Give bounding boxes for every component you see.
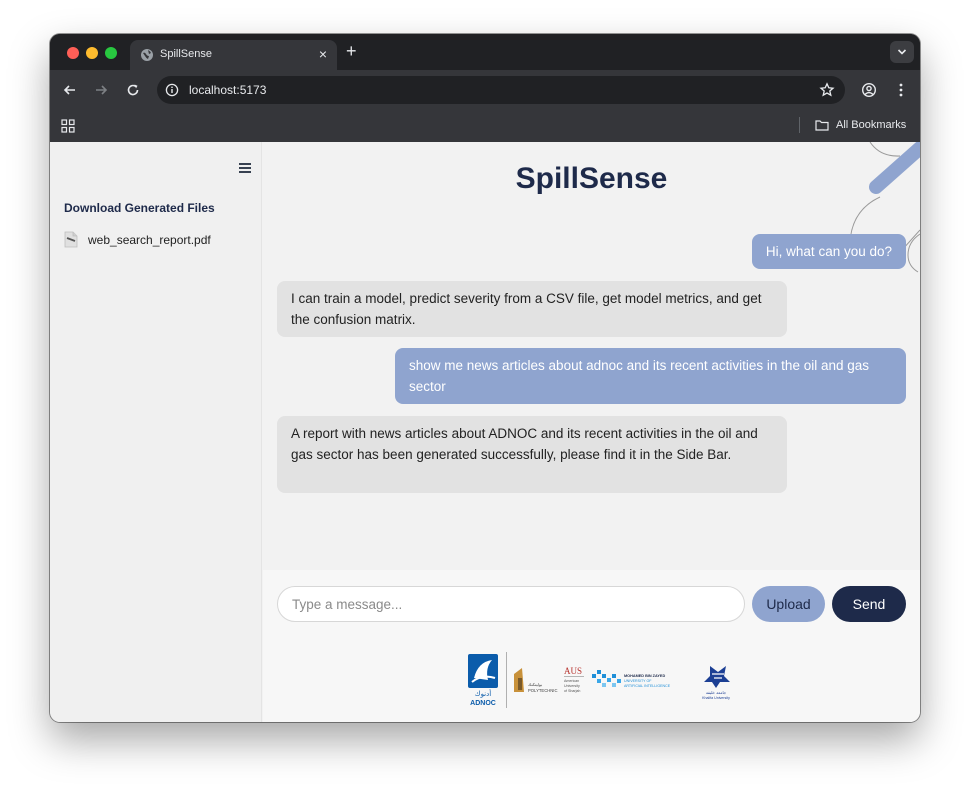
apps-grid-icon[interactable]	[61, 119, 75, 133]
browser-window: SpillSense × + localhost:5173 All Bookma…	[50, 34, 920, 722]
site-info-icon[interactable]	[165, 83, 179, 97]
tab-search-button[interactable]	[890, 41, 914, 63]
svg-text:AUS: AUS	[564, 666, 582, 676]
chat-panel: SpillSense Hi, what can you do? I can tr…	[263, 142, 920, 722]
svg-text:ARTIFICIAL INTELLIGENCE: ARTIFICIAL INTELLIGENCE	[624, 684, 671, 688]
more-menu-icon[interactable]	[893, 82, 909, 98]
user-message: Hi, what can you do?	[751, 234, 906, 269]
reload-icon[interactable]	[125, 82, 141, 98]
user-message: show me news articles about adnoc and it…	[395, 348, 906, 404]
khalifa-university-logo: جامعة خليفة Khalifa University	[702, 666, 730, 700]
composer: Upload Send أدنوك ADNOC	[263, 570, 920, 722]
svg-text:ADNOC: ADNOC	[470, 700, 496, 707]
polytechnic-logo: بوليتكنك POLYTECHNIC	[514, 668, 557, 693]
svg-text:of Sharjah: of Sharjah	[564, 689, 580, 693]
all-bookmarks-link[interactable]: All Bookmarks	[836, 119, 906, 131]
svg-text:POLYTECHNIC: POLYTECHNIC	[528, 688, 557, 693]
tab-strip: SpillSense × +	[50, 34, 920, 70]
mbzuai-logo: MOHAMED BIN ZAYED UNIVERSITY OF ARTIFICI…	[592, 670, 671, 688]
svg-text:أدنوك: أدنوك	[475, 689, 491, 698]
partner-logos: أدنوك ADNOC بوليتكنك POLYTECHNIC AUS Ame…	[468, 652, 730, 708]
globe-icon	[141, 49, 153, 61]
forward-arrow-icon[interactable]	[93, 82, 109, 98]
close-tab-icon[interactable]: ×	[319, 46, 327, 62]
upload-button[interactable]: Upload	[752, 586, 825, 622]
svg-text:MOHAMED BIN ZAYED: MOHAMED BIN ZAYED	[624, 674, 665, 678]
maximize-window-button[interactable]	[105, 47, 117, 59]
minimize-window-button[interactable]	[86, 47, 98, 59]
tab-title: SpillSense	[160, 48, 212, 60]
url-text: localhost:5173	[189, 83, 267, 97]
send-button[interactable]: Send	[832, 586, 906, 622]
browser-toolbar: localhost:5173	[50, 70, 920, 110]
svg-text:بوليتكنك: بوليتكنك	[528, 682, 542, 687]
file-name: web_search_report.pdf	[88, 233, 211, 247]
app-page: Download Generated Files web_search_repo…	[50, 142, 920, 722]
assistant-message: I can train a model, predict severity fr…	[277, 281, 787, 337]
bookmarks-divider	[799, 117, 800, 133]
chevron-down-icon	[897, 49, 907, 55]
message-input[interactable]	[277, 586, 745, 622]
tab-spillsense[interactable]: SpillSense ×	[130, 40, 337, 70]
bookmark-star-icon[interactable]	[819, 82, 835, 98]
close-window-button[interactable]	[67, 47, 79, 59]
svg-text:UNIVERSITY OF: UNIVERSITY OF	[624, 679, 652, 683]
new-tab-button[interactable]: +	[346, 42, 357, 60]
pdf-file-icon	[64, 231, 78, 248]
aus-logo: AUS American University of Sharjah	[564, 666, 584, 693]
bookmarks-bar: All Bookmarks	[50, 110, 920, 142]
svg-text:جامعة خليفة: جامعة خليفة	[706, 690, 727, 695]
sidebar: Download Generated Files web_search_repo…	[50, 142, 262, 722]
svg-text:American: American	[564, 679, 579, 683]
download-files-heading: Download Generated Files	[64, 201, 215, 215]
app-title: SpillSense	[515, 162, 668, 195]
address-bar[interactable]: localhost:5173	[157, 76, 845, 104]
svg-text:Khalifa University: Khalifa University	[702, 696, 730, 700]
folder-icon[interactable]	[815, 119, 829, 131]
assistant-message: A report with news articles about ADNOC …	[277, 416, 787, 493]
logo-divider	[506, 652, 507, 708]
profile-icon[interactable]	[861, 82, 877, 98]
back-arrow-icon[interactable]	[62, 82, 78, 98]
adnoc-logo: أدنوك ADNOC	[468, 654, 498, 707]
menu-toggle-icon[interactable]	[239, 163, 251, 173]
svg-text:University: University	[564, 684, 580, 688]
